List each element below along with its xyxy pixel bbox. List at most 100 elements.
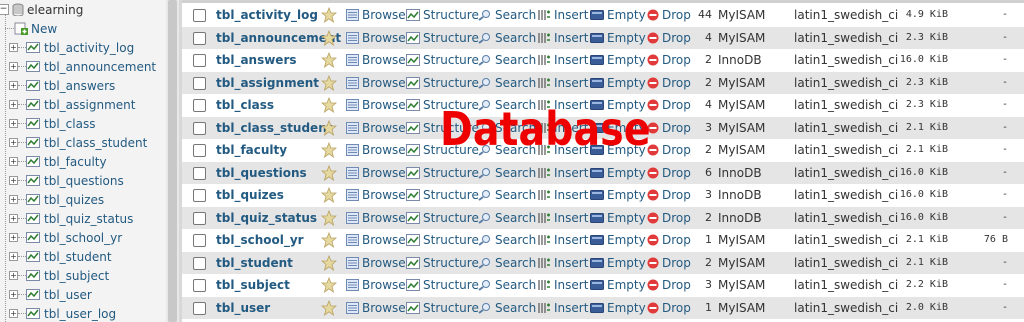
search-link[interactable]: Search — [478, 49, 536, 71]
insert-link-label[interactable]: Insert — [554, 211, 588, 225]
empty-link[interactable]: Empty — [590, 162, 646, 184]
search-link-label[interactable]: Search — [495, 8, 536, 22]
drop-link-label[interactable]: Drop — [662, 121, 691, 135]
favorite-star-icon[interactable] — [321, 7, 337, 23]
browse-link[interactable]: Browse — [346, 27, 406, 49]
table-size-link[interactable]: 2.1 KiB — [872, 117, 948, 139]
browse-link[interactable]: Browse — [346, 94, 406, 116]
browse-link-label[interactable]: Browse — [362, 76, 406, 90]
insert-link[interactable]: Insert — [537, 229, 588, 251]
search-link-label[interactable]: Search — [495, 53, 536, 67]
search-link-label[interactable]: Search — [495, 166, 536, 180]
row-checkbox[interactable] — [193, 166, 206, 180]
structure-link[interactable]: Structure — [406, 162, 479, 184]
drop-link[interactable]: Drop — [647, 229, 691, 251]
empty-link-label[interactable]: Empty — [607, 53, 646, 67]
structure-link-label[interactable]: Structure — [423, 188, 479, 202]
drop-link[interactable]: Drop — [647, 72, 691, 94]
drop-link-label[interactable]: Drop — [662, 211, 691, 225]
table-name-link[interactable]: tbl_quizes — [216, 184, 284, 206]
sidebar-table-label[interactable]: tbl_user_log — [44, 307, 116, 321]
sidebar-table-label[interactable]: tbl_quiz_status — [44, 212, 133, 226]
favorite-star-icon[interactable] — [321, 164, 337, 181]
plus-expander-icon[interactable]: + — [9, 100, 18, 109]
empty-link-label[interactable]: Empty — [607, 278, 646, 292]
structure-link-label[interactable]: Structure — [423, 278, 479, 292]
table-size-link[interactable]: 2.1 KiB — [872, 139, 948, 161]
insert-link-label[interactable]: Insert — [554, 278, 588, 292]
table-name-link[interactable]: tbl_quiz_status — [216, 207, 317, 229]
empty-link-label[interactable]: Empty — [607, 8, 646, 22]
sidebar-table-item[interactable]: + tbl_assignment — [0, 95, 135, 114]
structure-link-label[interactable]: Structure — [423, 301, 479, 315]
insert-link[interactable]: Insert — [537, 162, 588, 184]
insert-link[interactable]: Insert — [537, 72, 588, 94]
structure-link[interactable]: Structure — [406, 274, 479, 296]
sidebar-table-label[interactable]: tbl_activity_log — [44, 41, 134, 55]
search-link-label[interactable]: Search — [495, 256, 536, 270]
sidebar-table-item[interactable]: + tbl_activity_log — [0, 38, 134, 57]
table-size-link[interactable]: 4.9 KiB — [872, 4, 948, 26]
table-size-link[interactable]: 16.0 KiB — [872, 207, 948, 229]
sidebar-table-label[interactable]: tbl_questions — [44, 174, 124, 188]
table-size-link[interactable]: 16.0 KiB — [872, 49, 948, 71]
drop-link-label[interactable]: Drop — [662, 256, 691, 270]
search-link[interactable]: Search — [478, 27, 536, 49]
empty-link[interactable]: Empty — [590, 27, 646, 49]
sidebar-table-label[interactable]: tbl_faculty — [44, 155, 107, 169]
drop-link-label[interactable]: Drop — [662, 233, 691, 247]
drop-link[interactable]: Drop — [647, 27, 691, 49]
browse-link-label[interactable]: Browse — [362, 301, 406, 315]
insert-link-label[interactable]: Insert — [554, 256, 588, 270]
empty-link[interactable]: Empty — [590, 274, 646, 296]
sidebar-table-item[interactable]: + tbl_quiz_status — [0, 209, 133, 228]
favorite-star-icon[interactable] — [321, 299, 337, 316]
drop-link-label[interactable]: Drop — [662, 53, 691, 67]
drop-link[interactable]: Drop — [647, 184, 691, 206]
database-name[interactable]: elearning — [27, 3, 83, 17]
plus-expander-icon[interactable]: + — [9, 233, 18, 242]
insert-link-label[interactable]: Insert — [554, 166, 588, 180]
drop-link-label[interactable]: Drop — [662, 166, 691, 180]
plus-expander-icon[interactable]: + — [9, 309, 18, 318]
drop-link[interactable]: Drop — [647, 139, 691, 161]
empty-link[interactable]: Empty — [590, 49, 646, 71]
drop-link-label[interactable]: Drop — [662, 301, 691, 315]
browse-link[interactable]: Browse — [346, 4, 406, 26]
structure-link[interactable]: Structure — [406, 27, 479, 49]
insert-link-label[interactable]: Insert — [554, 233, 588, 247]
search-link-label[interactable]: Search — [495, 301, 536, 315]
search-link-label[interactable]: Search — [495, 233, 536, 247]
drop-link-label[interactable]: Drop — [662, 76, 691, 90]
tree-database-node[interactable]: − elearning — [0, 0, 83, 19]
row-checkbox[interactable] — [193, 301, 206, 315]
browse-link[interactable]: Browse — [346, 117, 406, 139]
plus-expander-icon[interactable]: + — [9, 176, 18, 185]
row-checkbox[interactable] — [193, 234, 206, 247]
table-size-link[interactable]: 2.3 KiB — [872, 94, 948, 116]
favorite-star-icon[interactable] — [321, 29, 337, 46]
search-link-label[interactable]: Search — [495, 278, 536, 292]
empty-link[interactable]: Empty — [590, 252, 646, 274]
insert-link[interactable]: Insert — [537, 184, 588, 206]
browse-link[interactable]: Browse — [346, 162, 406, 184]
search-link[interactable]: Search — [478, 252, 536, 274]
table-size-link[interactable]: 16.0 KiB — [872, 162, 948, 184]
drop-link-label[interactable]: Drop — [662, 143, 691, 157]
table-name-link[interactable]: tbl_class — [216, 94, 274, 116]
tree-new-node[interactable]: New — [0, 19, 57, 38]
structure-link-label[interactable]: Structure — [423, 256, 479, 270]
structure-link[interactable]: Structure — [406, 184, 479, 206]
plus-expander-icon[interactable]: + — [9, 271, 18, 280]
empty-link-label[interactable]: Empty — [607, 233, 646, 247]
table-size-link[interactable]: 2.1 KiB — [872, 229, 948, 251]
row-checkbox[interactable] — [193, 189, 206, 202]
browse-link[interactable]: Browse — [346, 207, 406, 229]
row-checkbox[interactable] — [193, 144, 206, 157]
favorite-star-icon[interactable] — [321, 119, 337, 136]
insert-link-label[interactable]: Insert — [554, 31, 588, 45]
insert-link-label[interactable]: Insert — [554, 188, 588, 202]
row-checkbox[interactable] — [193, 256, 206, 270]
row-checkbox[interactable] — [193, 9, 206, 22]
browse-link-label[interactable]: Browse — [362, 188, 406, 202]
